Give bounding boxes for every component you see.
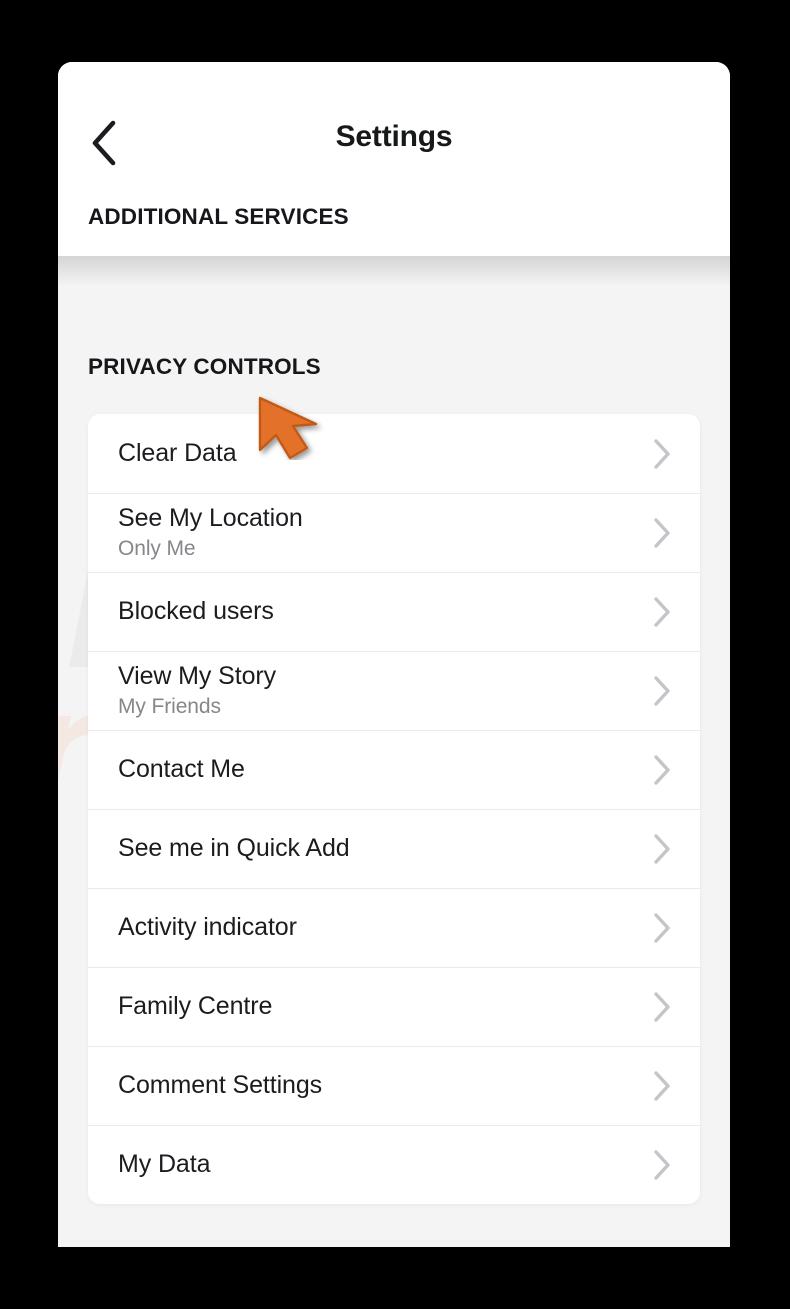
list-item[interactable]: Contact Me xyxy=(88,730,700,809)
list-item-text: View My Story My Friends xyxy=(118,662,638,720)
list-item[interactable]: Clear Data xyxy=(88,414,700,493)
list-item-value: My Friends xyxy=(118,695,221,719)
list-item-label: View My Story xyxy=(118,661,277,690)
list-item-text: Clear Data xyxy=(118,439,638,468)
list-item-label: Activity indicator xyxy=(118,913,297,942)
list-item-label: Comment Settings xyxy=(118,1071,323,1100)
list-item[interactable]: View My Story My Friends xyxy=(88,651,700,730)
list-item[interactable]: See me in Quick Add xyxy=(88,809,700,888)
chevron-right-icon xyxy=(650,1069,674,1103)
list-item-label: See My Location xyxy=(118,503,303,532)
settings-scroll-body[interactable]: PC risk.com PRIVACY CONTROLS Clear DataS… xyxy=(58,256,730,1247)
list-item-text: Family Centre xyxy=(118,992,638,1021)
header-shadow-divider xyxy=(58,256,730,286)
list-item-text: See My Location Only Me xyxy=(118,504,638,562)
list-item-label: See me in Quick Add xyxy=(118,834,350,863)
list-item-text: Blocked users xyxy=(118,597,638,626)
list-item[interactable]: Activity indicator xyxy=(88,888,700,967)
list-item[interactable]: See My Location Only Me xyxy=(88,493,700,572)
list-item-label: Clear Data xyxy=(118,439,237,468)
privacy-controls-list: Clear Data See My Location Only Me Blocked … xyxy=(88,414,700,1204)
chevron-right-icon xyxy=(650,990,674,1024)
chevron-right-icon xyxy=(650,911,674,945)
list-item-label: Family Centre xyxy=(118,992,273,1021)
nav-header: Settings ADDITIONAL SERVICES xyxy=(58,62,730,256)
list-item-value: Only Me xyxy=(118,537,196,561)
chevron-right-icon xyxy=(650,753,674,787)
list-item-label: Contact Me xyxy=(118,755,245,784)
page-title: Settings xyxy=(335,120,453,153)
list-item[interactable]: My Data xyxy=(88,1125,700,1204)
list-item[interactable]: Blocked users xyxy=(88,572,700,651)
chevron-right-icon xyxy=(650,1148,674,1182)
list-item-text: Contact Me xyxy=(118,755,638,784)
chevron-right-icon xyxy=(650,832,674,866)
list-item-text: Comment Settings xyxy=(118,1071,638,1100)
list-item-label: My Data xyxy=(118,1150,211,1179)
settings-screen-panel: Settings ADDITIONAL SERVICES PC risk.com… xyxy=(58,62,730,1247)
chevron-right-icon xyxy=(650,516,674,550)
chevron-right-icon xyxy=(650,437,674,471)
section-header-additional-services: ADDITIONAL SERVICES xyxy=(88,204,349,229)
chevron-right-icon xyxy=(650,595,674,629)
section-header-privacy-controls: PRIVACY CONTROLS xyxy=(88,354,321,379)
list-item-text: Activity indicator xyxy=(118,913,638,942)
list-item[interactable]: Family Centre xyxy=(88,967,700,1046)
list-item-text: See me in Quick Add xyxy=(118,834,638,863)
chevron-right-icon xyxy=(650,674,674,708)
list-item-text: My Data xyxy=(118,1150,638,1179)
list-item[interactable]: Comment Settings xyxy=(88,1046,700,1125)
list-item-label: Blocked users xyxy=(118,597,274,626)
